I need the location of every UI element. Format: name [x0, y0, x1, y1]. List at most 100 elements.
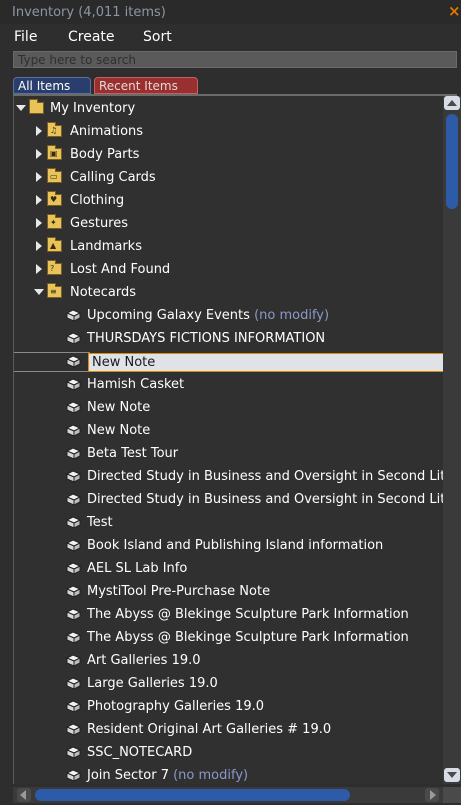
notecard-icon [65, 584, 82, 599]
notecard-label: THURSDAYS FICTIONS INFORMATION [87, 331, 325, 346]
tree-item-label: Calling Cards [70, 170, 156, 185]
calling-cards-folder-icon: ▭ [47, 168, 62, 183]
notecard-title: Book Island and Publishing Island inform… [87, 538, 384, 553]
tree-row-animations[interactable]: ♫ Animations [14, 121, 444, 143]
scroll-down-button[interactable] [444, 768, 460, 782]
notecard-row[interactable]: Directed Study in Business and Oversight… [14, 489, 444, 511]
notecard-row[interactable]: Photography Galleries 19.0 [14, 696, 444, 718]
notecard-row[interactable]: Large Galleries 19.0 [14, 673, 444, 695]
notecards-folder-icon: ≡ [47, 283, 62, 298]
notecard-row[interactable]: New Note [14, 397, 444, 419]
notecard-row[interactable]: Resident Original Art Galleries # 19.0 [14, 719, 444, 741]
collapse-arrow-icon[interactable] [36, 149, 42, 159]
tree-row-body-parts[interactable]: ▣ Body Parts [14, 144, 444, 166]
notecard-label: Test [87, 515, 113, 530]
close-icon[interactable]: × [448, 2, 461, 20]
menu-create[interactable]: Create [68, 29, 115, 45]
notecard-row[interactable] [14, 351, 444, 373]
notecard-icon [65, 630, 82, 645]
rename-input[interactable] [88, 353, 444, 372]
tab-all-items[interactable]: All Items [13, 77, 91, 94]
notecard-label: Upcoming Galaxy Events (no modify) [87, 308, 329, 323]
notecard-label: AEL SL Lab Info [87, 561, 187, 576]
notecard-title: Upcoming Galaxy Events [87, 308, 250, 323]
notecard-label: New Note [87, 423, 150, 438]
notecard-icon [65, 538, 82, 553]
expand-arrow-icon[interactable] [16, 105, 26, 111]
vertical-scrollbar[interactable] [443, 96, 461, 784]
notecard-label: Book Island and Publishing Island inform… [87, 538, 383, 553]
notecard-title: Art Galleries 19.0 [87, 653, 201, 668]
clothing-folder-icon: ♥ [47, 191, 62, 206]
resize-corner[interactable] [443, 787, 461, 803]
notecard-row[interactable]: AEL SL Lab Info [14, 558, 444, 580]
notecard-row[interactable]: Upcoming Galaxy Events (no modify) [14, 305, 444, 327]
notecard-title: Large Galleries 19.0 [87, 676, 218, 691]
notecard-icon [65, 653, 82, 668]
body-parts-folder-icon: ▣ [47, 145, 62, 160]
vertical-scroll-thumb[interactable] [446, 114, 458, 209]
notecard-row[interactable]: Beta Test Tour [14, 443, 444, 465]
gestures-folder-icon: ✦ [47, 214, 62, 229]
permission-suffix: (no modify) [254, 308, 330, 323]
lost-and-found-folder-icon: ? [47, 260, 62, 275]
expand-arrow-icon[interactable] [34, 289, 44, 295]
tree-item-label: Lost And Found [70, 262, 171, 277]
scroll-right-button[interactable] [425, 788, 439, 802]
tree-row-clothing[interactable]: ♥ Clothing [14, 190, 444, 212]
notecard-row[interactable]: The Abyss @ Blekinge Sculpture Park Info… [14, 604, 444, 626]
notecard-label: Large Galleries 19.0 [87, 676, 218, 691]
tree-row-gestures[interactable]: ✦ Gestures [14, 213, 444, 235]
tree-item-label: Notecards [70, 285, 137, 300]
notecard-title: Test [87, 515, 113, 530]
notecard-row[interactable]: Test [14, 512, 444, 534]
notecard-row[interactable]: Join Sector 7 (no modify) [14, 765, 444, 784]
tree-item-label: My Inventory [50, 101, 136, 116]
inventory-tree: My Inventory ♫ Animations ▣ Body Parts ▭… [13, 96, 444, 784]
notecard-icon [65, 446, 82, 461]
horizontal-scrollbar[interactable] [13, 787, 443, 803]
tree-row-notecards[interactable]: ≡ Notecards [14, 282, 444, 304]
tree-item-label: Gestures [70, 216, 129, 231]
collapse-arrow-icon[interactable] [36, 195, 42, 205]
notecard-title: The Abyss @ Blekinge Sculpture Park Info… [87, 630, 409, 645]
notecard-label: Join Sector 7 (no modify) [87, 768, 248, 783]
notecard-icon [65, 722, 82, 737]
scroll-left-button[interactable] [17, 788, 31, 802]
notecard-icon [65, 676, 82, 691]
notecard-row[interactable]: Art Galleries 19.0 [14, 650, 444, 672]
animations-folder-icon: ♫ [47, 122, 62, 137]
notecard-icon [65, 745, 82, 760]
collapse-arrow-icon[interactable] [36, 126, 42, 136]
notecard-title: Directed Study in Business and Oversight… [87, 469, 444, 484]
notecard-label: Directed Study in Business and Oversight… [87, 492, 444, 507]
notecard-row[interactable]: Hamish Casket [14, 374, 444, 396]
notecard-row[interactable]: New Note [14, 420, 444, 442]
title-bar[interactable]: Inventory (4,011 items) × [0, 0, 461, 24]
collapse-arrow-icon[interactable] [36, 172, 42, 182]
scroll-up-button[interactable] [444, 96, 460, 110]
search-input[interactable] [13, 51, 457, 68]
notecard-row[interactable]: THURSDAYS FICTIONS INFORMATION [14, 328, 444, 350]
tree-row-lost-and-found[interactable]: ? Lost And Found [14, 259, 444, 281]
tree-row-my-inventory[interactable]: My Inventory [14, 98, 444, 120]
notecard-icon [65, 768, 82, 783]
collapse-arrow-icon[interactable] [36, 264, 42, 274]
notecard-row[interactable]: Book Island and Publishing Island inform… [14, 535, 444, 557]
tree-row-landmarks[interactable]: ▲ Landmarks [14, 236, 444, 258]
notecard-row[interactable]: SSC_NOTECARD [14, 742, 444, 764]
horizontal-scroll-thumb[interactable] [35, 789, 350, 801]
tree-item-label: Clothing [70, 193, 125, 208]
tree-row-calling-cards[interactable]: ▭ Calling Cards [14, 167, 444, 189]
collapse-arrow-icon[interactable] [36, 218, 42, 228]
collapse-arrow-icon[interactable] [36, 241, 42, 251]
notecard-row[interactable]: Directed Study in Business and Oversight… [14, 466, 444, 488]
notecard-row[interactable]: MystiTool Pre-Purchase Note [14, 581, 444, 603]
landmarks-folder-icon: ▲ [47, 237, 62, 252]
menu-sort[interactable]: Sort [143, 29, 172, 45]
menu-file[interactable]: File [14, 29, 37, 45]
notecard-row[interactable]: The Abyss @ Blekinge Sculpture Park Info… [14, 627, 444, 649]
notecard-icon [65, 308, 82, 323]
notecard-title: Hamish Casket [87, 377, 185, 392]
tab-recent-items[interactable]: Recent Items [94, 77, 198, 94]
